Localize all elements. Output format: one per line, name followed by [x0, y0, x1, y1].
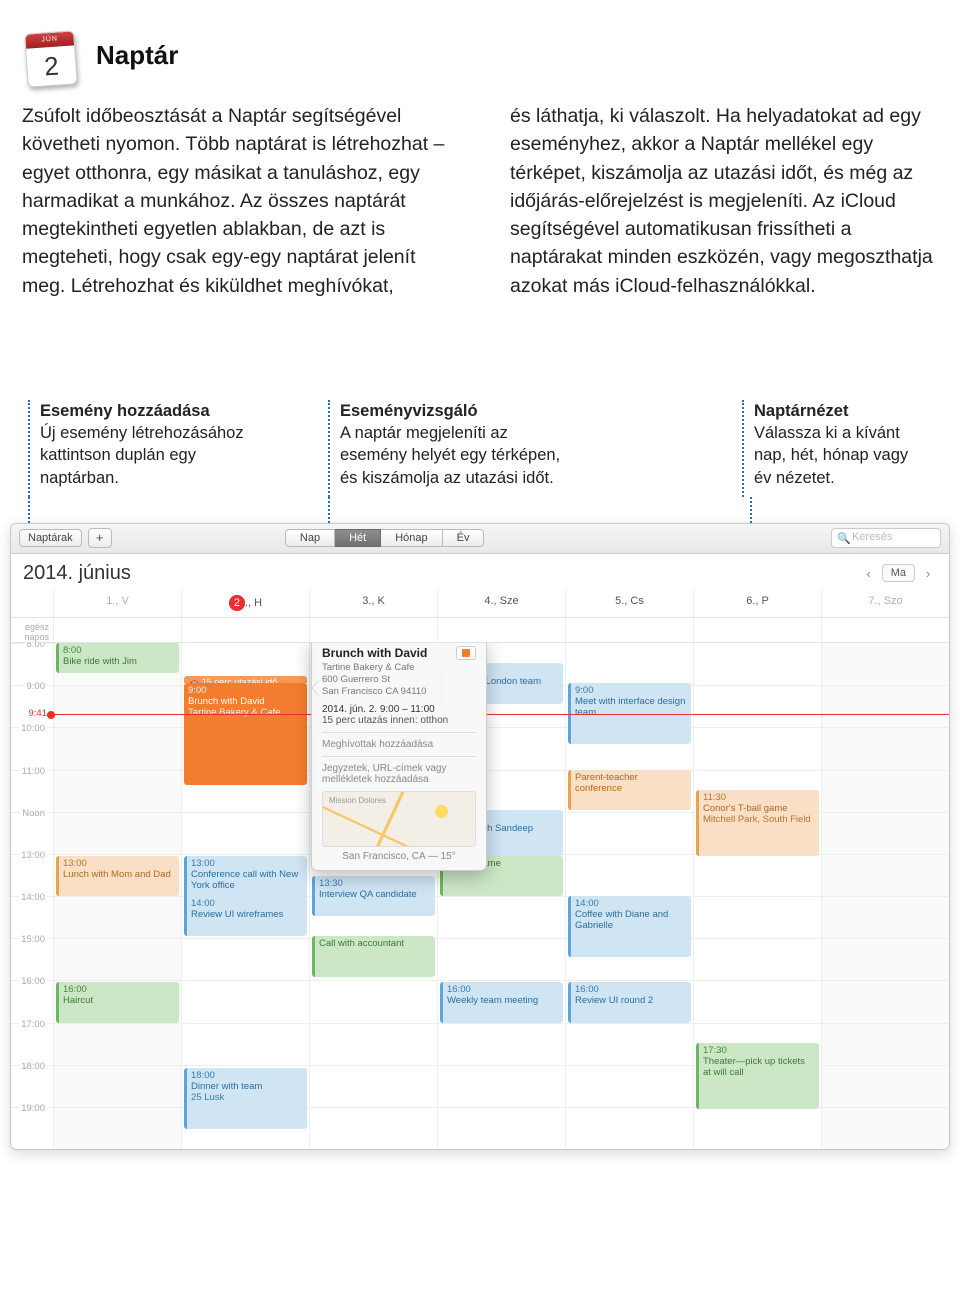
callout-title: Naptárnézet	[754, 400, 922, 422]
day-column[interactable]	[821, 643, 949, 1149]
calendar-event[interactable]: 18:00Dinner with team25 Lusk	[184, 1068, 307, 1129]
day-column[interactable]: 11:30Conor's T-ball gameMitchell Park, S…	[693, 643, 821, 1149]
day-header[interactable]: 4., Sze	[437, 589, 565, 617]
view-week-button[interactable]: Hét	[335, 529, 381, 547]
hour-label: 9:00	[11, 685, 53, 727]
calendar-event[interactable]: 13:30Interview QA candidate	[312, 876, 435, 916]
calendar-app-icon: JÚN 2	[20, 24, 82, 86]
view-day-button[interactable]: Nap	[285, 529, 335, 547]
calendar-event[interactable]: Call with accountant	[312, 936, 435, 976]
day-column[interactable]: 9:00Meet with interface design teamParen…	[565, 643, 693, 1149]
calendar-event[interactable]: 9:00Brunch with DavidTartine Bakery & Ca…	[184, 683, 307, 784]
search-icon: 🔍	[837, 532, 851, 545]
day-header[interactable]: 6., P	[693, 589, 821, 617]
hour-label: 13:00	[11, 854, 53, 896]
connector-line	[750, 497, 752, 523]
callout-title: Esemény hozzáadása	[40, 400, 278, 422]
today-button[interactable]: Ma	[882, 564, 915, 582]
hour-label: 15:00	[11, 938, 53, 980]
calendar-event[interactable]: 11:30Conor's T-ball gameMitchell Park, S…	[696, 790, 819, 856]
day-column[interactable]: 8:00Bike ride with Jim 13:00Lunch with Mo…	[53, 643, 181, 1149]
hour-label: 14:00	[11, 896, 53, 938]
calendar-event[interactable]: 13:00Lunch with Mom and Dad	[56, 856, 179, 896]
next-week-button[interactable]: ›	[919, 566, 937, 581]
day-header[interactable]: 7., Szo	[821, 589, 949, 617]
popover-location-street: 600 Guerrero St	[322, 674, 476, 686]
calendar-event[interactable]: 16:00Review UI round 2	[568, 982, 691, 1022]
month-title: 2014. június	[23, 562, 131, 585]
view-year-button[interactable]: Év	[443, 529, 485, 547]
callout-body: Új esemény létrehozásához kattintson dup…	[40, 422, 278, 489]
intro-paragraph-left: Zsúfolt időbeosztását a Naptár segítségé…	[22, 102, 450, 300]
callout-body: A naptár megjeleníti az esemény helyét e…	[340, 422, 578, 489]
hour-label: 17:00	[11, 1023, 53, 1065]
calendar-event[interactable]: 🚗 15 perc utazási idő	[184, 676, 307, 684]
day-column[interactable]: 🚗 15 perc utazási idő9:00Brunch with Dav…	[181, 643, 309, 1149]
popover-event-title: Brunch with David	[322, 646, 427, 660]
intro-paragraph-right: és láthatja, ki válaszolt. Ha helyadatok…	[510, 102, 938, 300]
calendar-event[interactable]: 17:30Theater—pick up tickets at will cal…	[696, 1043, 819, 1109]
add-event-button[interactable]: +	[88, 528, 112, 548]
day-header[interactable]: 5., Cs	[565, 589, 693, 617]
calendar-event[interactable]: 16:00Weekly team meeting	[440, 982, 563, 1022]
day-header[interactable]: 3., K	[309, 589, 437, 617]
hour-label: 10:00	[11, 727, 53, 769]
prev-week-button[interactable]: ‹	[860, 566, 878, 581]
view-segmented-control: Nap Hét Hónap Év	[285, 529, 485, 547]
popover-weather: San Francisco, CA — 15°	[322, 847, 476, 862]
current-time-label: 9:41	[11, 708, 51, 719]
calendar-app-window: Naptárak + Nap Hét Hónap Év 🔍 Keresés 20…	[10, 523, 950, 1150]
calendar-event[interactable]: Parent-teacher conference	[568, 770, 691, 810]
hour-label: 11:00	[11, 770, 53, 812]
day-header[interactable]: 2., H	[181, 589, 309, 617]
popover-map[interactable]	[322, 791, 476, 847]
popover-add-notes[interactable]: Jegyzetek, URL-címek vagy mellékletek ho…	[322, 756, 476, 785]
callout-inspector: Eseményvizsgáló A naptár megjeleníti az …	[328, 400, 588, 497]
event-popover: Brunch with David Tartine Bakery & Cafe …	[311, 643, 487, 871]
callout-add-event: Esemény hozzáadása Új esemény létrehozás…	[28, 400, 288, 497]
callout-title: Eseményvizsgáló	[340, 400, 578, 422]
hour-label: 8:00	[11, 643, 53, 685]
allday-label: egész napos	[11, 618, 53, 642]
connector-line	[28, 497, 30, 523]
hour-label: 18:00	[11, 1065, 53, 1107]
popover-calendar-picker[interactable]	[456, 646, 476, 660]
popover-add-invitees[interactable]: Meghívottak hozzáadása	[322, 732, 476, 750]
icon-day-number: 2	[26, 45, 77, 86]
calendars-button[interactable]: Naptárak	[19, 529, 82, 547]
view-month-button[interactable]: Hónap	[381, 529, 442, 547]
page-title: Naptár	[96, 40, 178, 71]
search-placeholder: Keresés	[852, 531, 892, 543]
calendar-event[interactable]: 16:00Haircut	[56, 982, 179, 1022]
popover-datetime: 2014. jún. 2. 9:00 – 11:00	[322, 704, 476, 715]
popover-location-name: Tartine Bakery & Cafe	[322, 662, 476, 674]
day-header[interactable]: 1., V	[53, 589, 181, 617]
toolbar: Naptárak + Nap Hét Hónap Év 🔍 Keresés	[11, 524, 949, 554]
popover-location-city: San Francisco CA 94110	[322, 686, 476, 698]
hour-label: Noon	[11, 812, 53, 854]
hour-label: 16:00	[11, 980, 53, 1022]
calendar-event[interactable]: 14:00Coffee with Diane and Gabrielle	[568, 896, 691, 957]
hour-label: 19:00	[11, 1107, 53, 1149]
calendar-event[interactable]: 14:00Review UI wireframes	[184, 896, 307, 936]
calendar-event[interactable]: 8:00Bike ride with Jim	[56, 643, 179, 673]
callout-body: Válassza ki a kívánt nap, hét, hónap vag…	[754, 422, 922, 489]
current-time-line	[53, 714, 949, 715]
popover-travel-time: 15 perc utazás innen: otthon	[322, 715, 476, 726]
callout-view: Naptárnézet Válassza ki a kívánt nap, hé…	[742, 400, 932, 497]
connector-line	[328, 497, 330, 523]
search-input[interactable]: 🔍 Keresés	[831, 528, 941, 548]
